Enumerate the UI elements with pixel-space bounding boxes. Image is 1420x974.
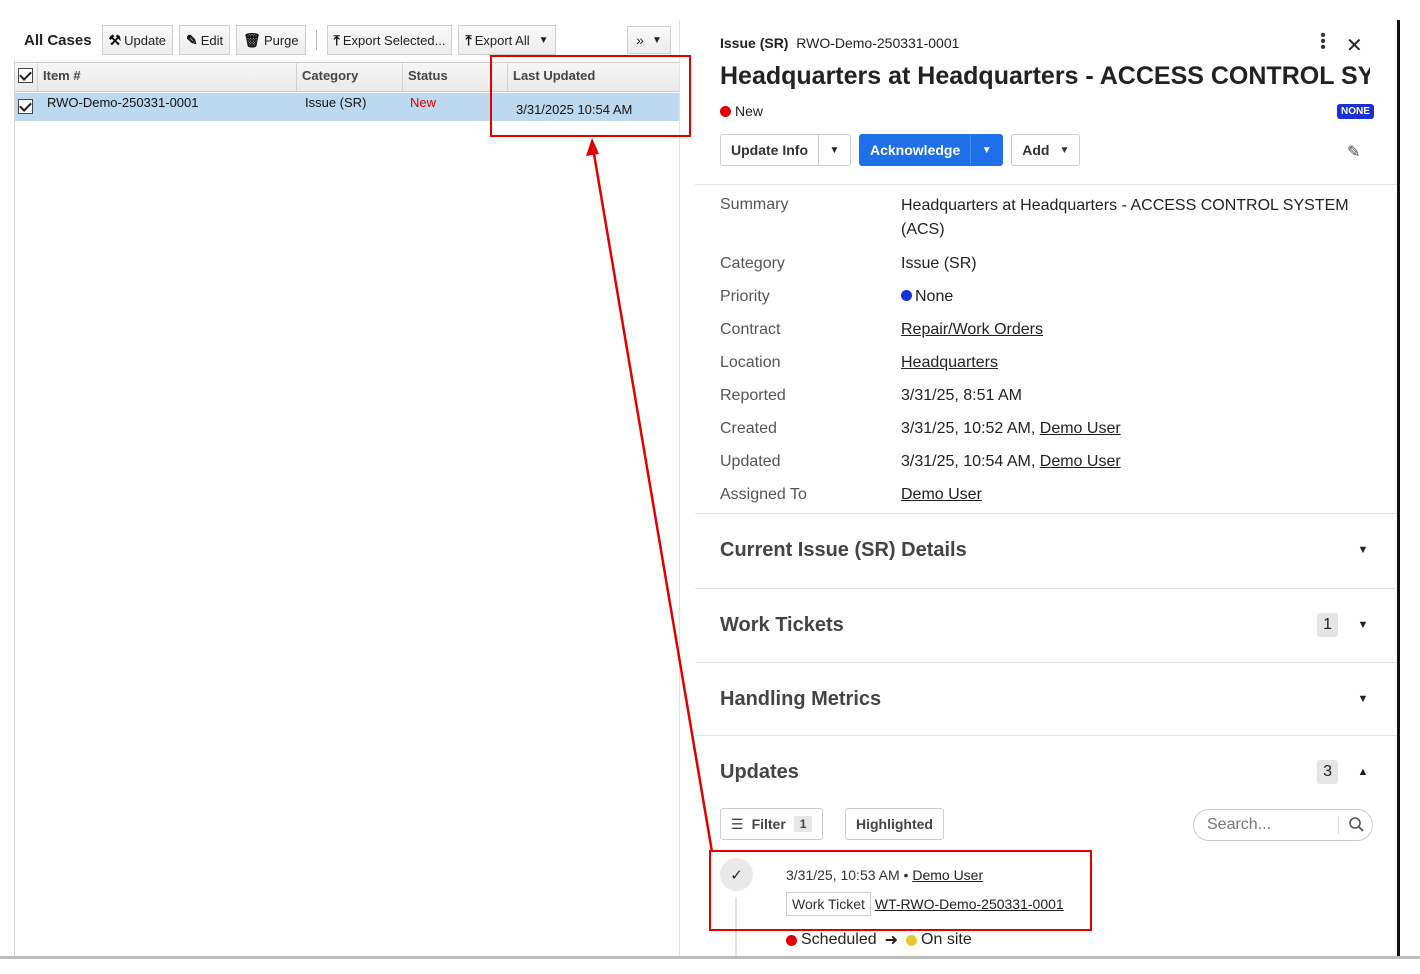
annotation-arrow [586,138,714,853]
